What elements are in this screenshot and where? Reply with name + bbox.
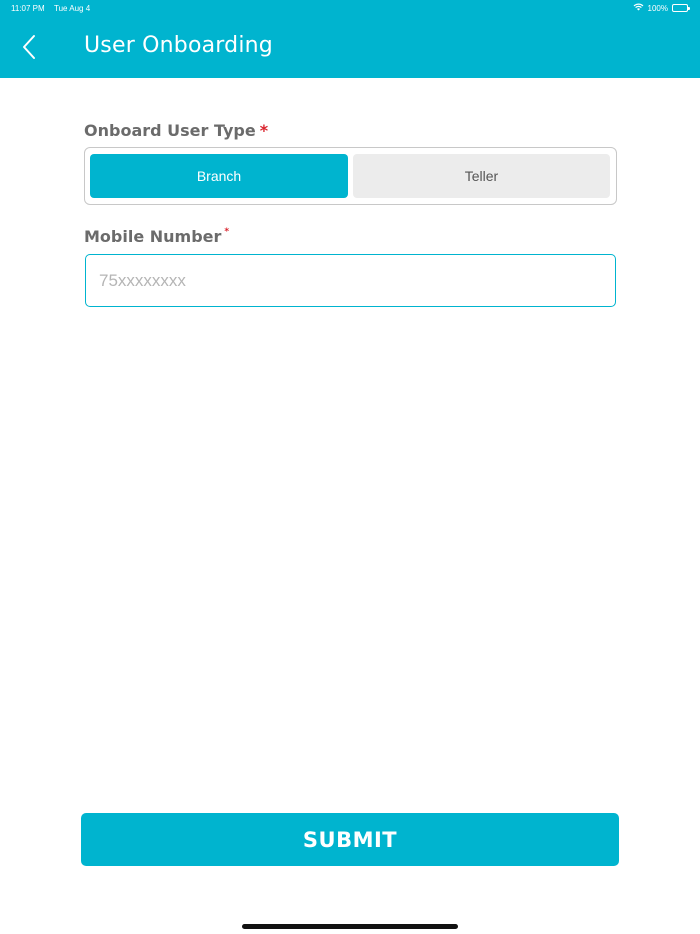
user-type-label-text: Onboard User Type bbox=[84, 121, 256, 140]
mobile-number-input[interactable] bbox=[85, 254, 616, 307]
app-header: 11:07 PM Tue Aug 4 100% User Onboarding bbox=[0, 0, 700, 78]
battery-percent: 100% bbox=[647, 3, 668, 13]
status-date: Tue Aug 4 bbox=[54, 4, 91, 13]
mobile-number-label: Mobile Number * bbox=[84, 227, 229, 246]
status-bar: 11:07 PM Tue Aug 4 100% bbox=[0, 0, 700, 18]
chevron-left-icon bbox=[23, 35, 35, 59]
submit-button[interactable]: SUBMIT bbox=[81, 813, 619, 866]
user-type-label: Onboard User Type * bbox=[84, 121, 268, 140]
status-right: 100% bbox=[633, 3, 690, 13]
battery-icon bbox=[672, 4, 690, 12]
wifi-icon bbox=[633, 3, 644, 13]
mobile-number-label-text: Mobile Number bbox=[84, 227, 222, 246]
required-mark: * bbox=[224, 227, 230, 237]
home-indicator bbox=[242, 924, 458, 929]
required-mark: * bbox=[259, 121, 269, 140]
status-time: 11:07 PM bbox=[11, 4, 45, 13]
segment-teller-button[interactable]: Teller bbox=[353, 154, 610, 198]
segment-branch-button[interactable]: Branch bbox=[90, 154, 348, 198]
back-button[interactable] bbox=[16, 32, 42, 62]
page-title: User Onboarding bbox=[84, 33, 273, 58]
user-type-segmented-control: Branch Teller bbox=[84, 147, 617, 205]
